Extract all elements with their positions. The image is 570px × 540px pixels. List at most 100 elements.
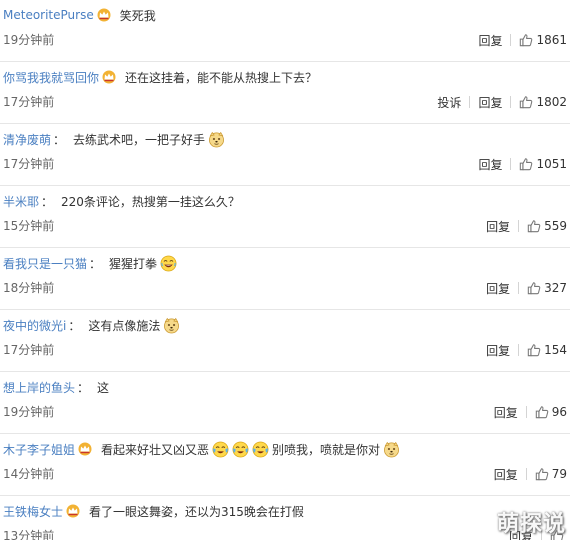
comment-username[interactable]: 想上岸的鱼头 [3, 379, 75, 396]
comment-text: 猩猩打拳 [109, 256, 158, 271]
watermark: 萌探说 [496, 512, 566, 537]
crown-badge-icon [65, 504, 81, 518]
tears-emoji [232, 441, 249, 458]
like-count: 327 [544, 281, 567, 295]
crown-badge-icon [96, 8, 112, 22]
comment-timestamp: 15分钟前 [3, 219, 55, 233]
comment-actions: 回复 327 [486, 279, 567, 297]
comment-actions: 回复 96 [494, 403, 567, 421]
like-button[interactable]: 1051 [519, 157, 567, 171]
like-count: 559 [544, 219, 567, 233]
thumbs-up-icon [519, 95, 533, 109]
thumbs-up-icon [527, 281, 541, 295]
like-button[interactable]: 79 [535, 467, 567, 481]
comment-item: 王铁梅女士 看了一眼这舞姿，还以为315晚会在打假 13分钟前 回复 [0, 496, 570, 540]
reply-button[interactable]: 回复 [486, 280, 510, 297]
comment-username[interactable]: 王铁梅女士 [3, 503, 63, 520]
comment-body: 想上岸的鱼头： 这 [3, 378, 109, 396]
thumbs-up-icon [527, 343, 541, 357]
like-button[interactable]: 327 [527, 281, 567, 295]
reply-button[interactable]: 回复 [494, 466, 518, 483]
action-divider [518, 344, 520, 356]
like-count: 1861 [536, 33, 567, 47]
comment-username[interactable]: 清净废萌 [3, 131, 51, 148]
doge-emoji [383, 441, 400, 458]
reply-button[interactable]: 回复 [478, 156, 502, 173]
like-count: 1051 [536, 157, 567, 171]
thumbs-up-icon [519, 157, 533, 171]
comment-timestamp: 17分钟前 [3, 343, 55, 357]
like-button[interactable]: 559 [527, 219, 567, 233]
comment-actions: 回复 1861 [478, 31, 567, 49]
comment-body: 半米耶： 220条评论，热搜第一挂这么久？ [3, 192, 240, 210]
thumbs-up-icon [527, 219, 541, 233]
doge-emoji [163, 317, 180, 334]
like-button[interactable]: 1861 [519, 33, 567, 47]
comment-text: 220条评论，热搜第一挂这么久？ [61, 194, 240, 209]
like-button[interactable]: 96 [535, 405, 567, 419]
comment-item: 半米耶： 220条评论，热搜第一挂这么久？ 15分钟前 回复 559 [0, 186, 570, 248]
action-divider [510, 96, 512, 108]
comment-username[interactable]: 夜中的微光i [3, 317, 66, 334]
comment-username[interactable]: MeteoritePurse [3, 8, 94, 22]
comment-item: 你骂我我就骂回你 还在这挂着，能不能从热搜上下去？ 17分钟前 投诉 回复 1802 [0, 62, 570, 124]
reply-button[interactable]: 回复 [478, 94, 502, 111]
comment-text-continued: 别喷我，喷就是你对 [272, 442, 381, 457]
comment-item: 清净废萌： 去练武术吧，一把子好手 17分钟前 回复 1051 [0, 124, 570, 186]
comment-actions: 回复 1051 [478, 155, 567, 173]
action-divider [510, 34, 512, 46]
comment-timestamp: 18分钟前 [3, 281, 55, 295]
comment-username[interactable]: 木子李子姐姐 [3, 441, 75, 458]
like-button[interactable]: 154 [527, 343, 567, 357]
tears-emoji [252, 441, 269, 458]
comment-item: 想上岸的鱼头： 这 19分钟前 回复 96 [0, 372, 570, 434]
comment-timestamp: 19分钟前 [3, 405, 55, 419]
tears-emoji [212, 441, 229, 458]
comment-body: 夜中的微光i： 这有点像施法 [3, 316, 180, 334]
comment-item: 看我只是一只猫： 猩猩打拳 18分钟前 回复 327 [0, 248, 570, 310]
action-divider [510, 158, 512, 170]
comment-body: 王铁梅女士 看了一眼这舞姿，还以为315晚会在打假 [3, 502, 304, 520]
action-divider [525, 406, 527, 418]
reply-button[interactable]: 回复 [486, 342, 510, 359]
crown-badge-icon [77, 442, 93, 456]
comment-actions: 回复 559 [486, 217, 567, 235]
reply-button[interactable]: 回复 [478, 32, 502, 49]
comment-item: MeteoritePurse 笑死我 19分钟前 回复 1861 [0, 0, 570, 62]
comment-text: 还在这挂着，能不能从热搜上下去？ [125, 70, 318, 85]
comment-actions: 回复 79 [494, 465, 567, 483]
comment-username[interactable]: 半米耶 [3, 193, 39, 210]
comment-colon: ： [41, 194, 54, 209]
comment-text: 这有点像施法 [88, 318, 161, 333]
laugh-emoji [160, 255, 177, 272]
comment-actions: 回复 154 [486, 341, 567, 359]
comment-body: 木子李子姐姐 看起来好壮又凶又恶 别喷我，喷就是你对 [3, 440, 400, 458]
comment-username[interactable]: 看我只是一只猫 [3, 255, 87, 272]
comment-timestamp: 17分钟前 [3, 95, 55, 109]
comment-timestamp: 14分钟前 [3, 467, 55, 481]
comment-actions: 投诉 回复 1802 [437, 93, 567, 111]
comment-timestamp: 17分钟前 [3, 157, 55, 171]
like-count: 154 [544, 343, 567, 357]
thumbs-up-icon [519, 33, 533, 47]
report-button[interactable]: 投诉 [437, 94, 461, 111]
comment-timestamp: 19分钟前 [3, 33, 55, 47]
comment-text: 去练武术吧，一把子好手 [73, 132, 206, 147]
reply-button[interactable]: 回复 [486, 218, 510, 235]
comment-text: 看了一眼这舞姿，还以为315晚会在打假 [89, 504, 304, 519]
comment-colon: ： [53, 132, 66, 147]
comment-text: 笑死我 [119, 8, 156, 23]
like-count: 96 [551, 405, 567, 419]
thumbs-up-icon [535, 405, 549, 419]
like-button[interactable]: 1802 [519, 95, 567, 109]
comment-colon: ： [68, 318, 81, 333]
comment-body: 清净废萌： 去练武术吧，一把子好手 [3, 130, 225, 148]
comment-body: 你骂我我就骂回你 还在这挂着，能不能从热搜上下去？ [3, 68, 317, 86]
reply-button[interactable]: 回复 [494, 404, 518, 421]
action-divider [469, 96, 471, 108]
like-count: 79 [551, 467, 567, 481]
comment-text: 这 [97, 380, 110, 395]
comment-item: 木子李子姐姐 看起来好壮又凶又恶 别喷我，喷就是你对 14分钟前 回复 79 [0, 434, 570, 496]
comment-timestamp: 13分钟前 [3, 529, 55, 540]
comment-username[interactable]: 你骂我我就骂回你 [3, 69, 99, 86]
